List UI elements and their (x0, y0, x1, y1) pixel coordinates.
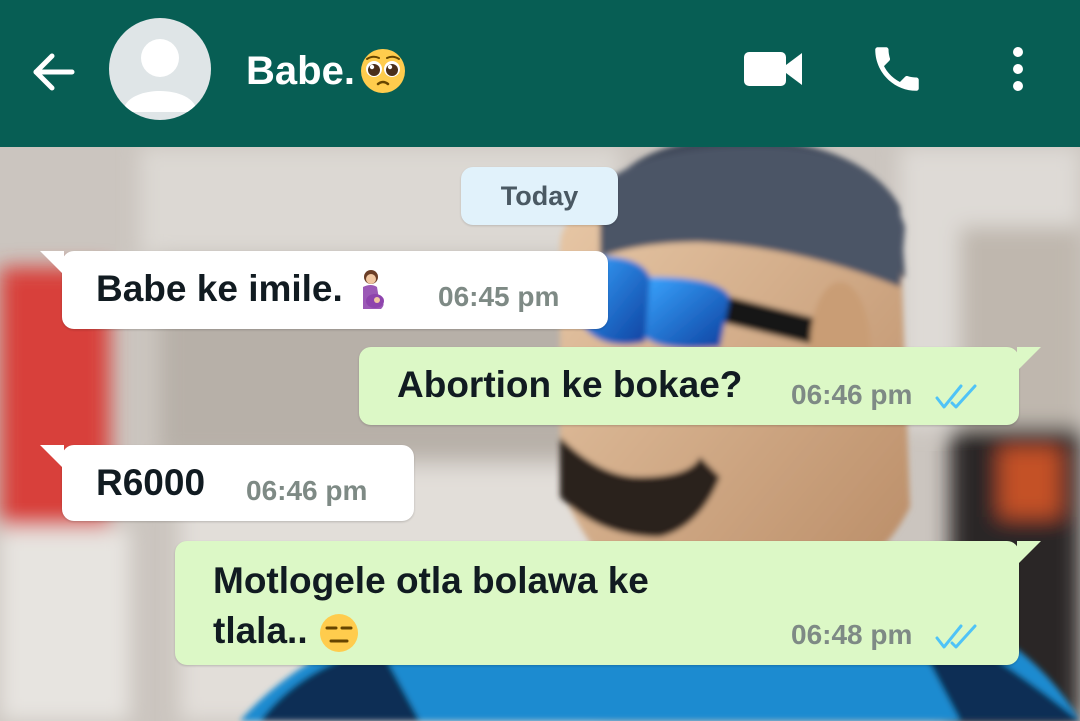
date-divider: Today (461, 167, 618, 225)
message-timestamp: 06:48 pm (791, 619, 913, 650)
message-text: R6000 (96, 462, 206, 503)
incoming-message[interactable]: Babe ke imile. 06:45 pm (40, 251, 608, 329)
contact-avatar[interactable] (109, 18, 211, 120)
bubble-tail (1017, 541, 1041, 565)
message-timestamp: 06:46 pm (246, 475, 368, 506)
more-options-button[interactable] (994, 40, 1042, 98)
message-text-line-2: tlala.. (213, 610, 308, 651)
read-receipt-icon (935, 384, 977, 409)
video-call-button[interactable] (740, 44, 806, 94)
back-button[interactable] (28, 46, 80, 98)
more-options-icon (1013, 47, 1023, 91)
chat-header: Babe. (0, 0, 1080, 147)
message-text: Babe ke imile. (96, 268, 343, 309)
bubble-tail (40, 251, 64, 275)
message-timestamp: 06:46 pm (791, 379, 913, 410)
outgoing-message[interactable]: Motlogele otla bolawa ke tlala.. 06:48 p… (175, 541, 1041, 665)
read-receipt-icon (935, 624, 977, 649)
back-arrow-icon (33, 53, 75, 91)
avatar-placeholder-icon (123, 39, 197, 112)
message-text-line-1: Motlogele otla bolawa ke (213, 560, 649, 601)
video-call-icon (744, 52, 802, 86)
message-text-row: Babe ke imile. (96, 265, 389, 313)
voice-call-button[interactable] (868, 40, 926, 98)
phone-call-icon (875, 47, 919, 91)
contact-title[interactable]: Babe. (246, 46, 407, 96)
message-timestamp: 06:45 pm (438, 281, 560, 312)
pregnant-woman-emoji (363, 270, 385, 310)
outgoing-message[interactable]: Abortion ke bokae? 06:46 pm (359, 347, 1041, 425)
bubble-tail (1017, 347, 1041, 371)
pleading-face-emoji (360, 49, 405, 93)
chat-area[interactable]: Today Babe ke imile. 06:45 pm Abortion k… (0, 147, 1080, 721)
incoming-message[interactable]: R6000 06:46 pm (40, 445, 414, 521)
message-text-row: tlala.. (213, 607, 360, 655)
bubble-tail (40, 445, 64, 469)
expressionless-face-emoji (319, 614, 358, 653)
message-text: Abortion ke bokae? (397, 364, 743, 405)
contact-name: Babe. (246, 49, 355, 93)
